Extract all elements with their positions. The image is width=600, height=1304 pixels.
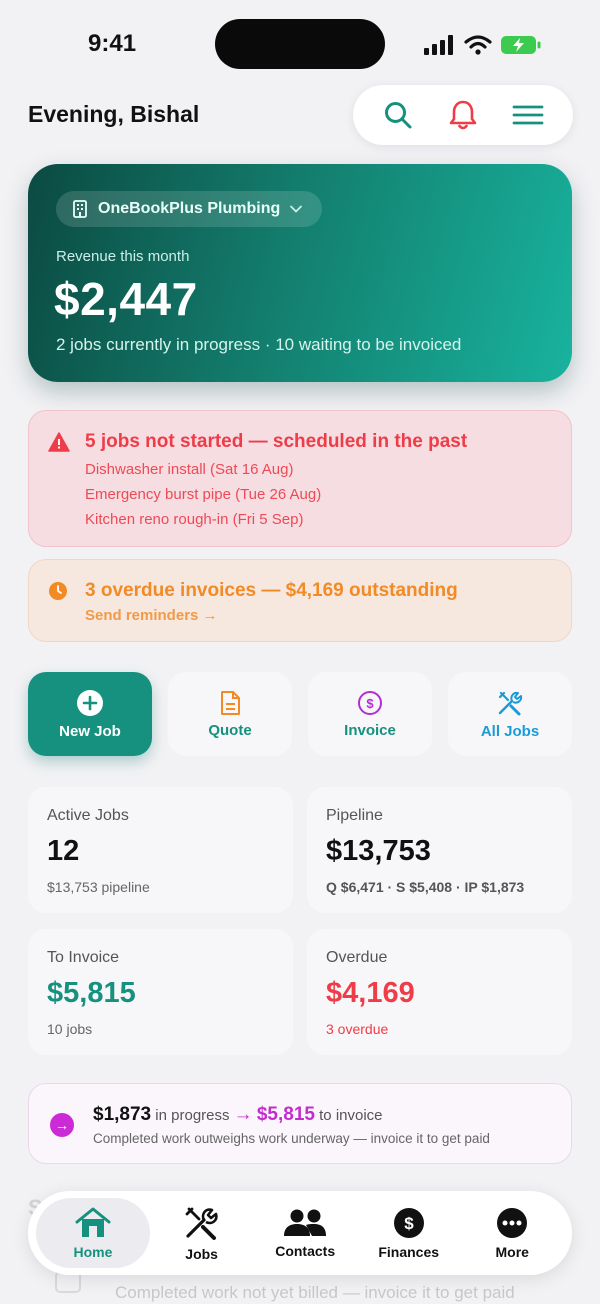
tab-home[interactable]: Home <box>36 1198 150 1268</box>
revenue-value: $2,447 <box>54 273 198 325</box>
dynamic-island <box>215 19 385 69</box>
revenue-label: Revenue this month <box>56 248 190 265</box>
pipeline-card[interactable]: Pipeline $13,753 Q $6,471 · S $5,408 · I… <box>307 787 572 913</box>
tab-bar: Home Jobs Contacts $ Finances More <box>28 1191 572 1275</box>
tab-label: Finances <box>378 1243 440 1260</box>
building-icon <box>73 200 87 218</box>
new-job-button[interactable]: New Job <box>28 672 152 756</box>
stat-value: $5,815 <box>47 977 136 1009</box>
plus-circle-icon <box>77 689 103 716</box>
business-name: OneBookPlus Plumbing <box>98 200 281 217</box>
status-icons <box>424 32 542 58</box>
quote-button[interactable]: Quote <box>168 672 292 756</box>
all-jobs-button[interactable]: All Jobs <box>448 672 572 756</box>
stat-label: Overdue <box>326 949 388 966</box>
stat-value: $13,753 <box>326 835 431 867</box>
stat-value: 12 <box>47 835 80 867</box>
battery-charging-icon <box>501 36 541 54</box>
business-selector[interactable]: OneBookPlus Plumbing <box>56 191 323 227</box>
dollar-circle-icon: $ <box>358 690 382 715</box>
stat-label: To Invoice <box>47 949 120 966</box>
active-jobs-card[interactable]: Active Jobs 12 $13,753 pipeline <box>28 787 293 913</box>
document-icon <box>221 690 240 715</box>
insight-description: Completed work outweighs work underway —… <box>93 1131 490 1146</box>
overdue-card[interactable]: Overdue $4,169 3 overdue <box>307 929 572 1055</box>
send-reminders-link[interactable]: Send reminders → <box>85 607 218 624</box>
quote-label: Quote <box>208 721 252 739</box>
progress-amount: $1,873 <box>93 1104 152 1125</box>
arrow-text: → <box>233 1104 253 1125</box>
people-icon <box>284 1209 327 1236</box>
home-icon <box>75 1207 111 1237</box>
alert-job-item[interactable]: Dishwasher install (Sat 16 Aug) <box>85 461 293 478</box>
invoice-insight-banner[interactable]: → $1,873 in progress → $5,815 to invoice… <box>28 1083 572 1164</box>
stat-label: Active Jobs <box>47 807 129 824</box>
stat-label: Pipeline <box>326 807 383 824</box>
alert-title: 5 jobs not started — scheduled in the pa… <box>85 431 468 452</box>
tab-label: Contacts <box>275 1242 336 1259</box>
revenue-summary: 2 jobs currently in progress · 10 waitin… <box>56 335 462 354</box>
tab-more[interactable]: More <box>460 1198 564 1268</box>
revenue-card: OneBookPlus Plumbing Revenue this month … <box>28 164 572 382</box>
invoice-amount: $5,815 <box>256 1104 315 1125</box>
search-icon <box>384 102 412 129</box>
to-invoice-card[interactable]: To Invoice $5,815 10 jobs <box>28 929 293 1055</box>
new-job-label: New Job <box>59 722 121 740</box>
tab-contacts[interactable]: Contacts <box>253 1198 357 1268</box>
stat-sub: 10 jobs <box>47 1021 93 1037</box>
alert-job-item[interactable]: Emergency burst pipe (Tue 26 Aug) <box>85 486 321 503</box>
tab-label: Home <box>73 1243 113 1260</box>
menu-button[interactable] <box>508 95 548 135</box>
invoice-button[interactable]: $ Invoice <box>308 672 432 756</box>
dollar-circle-icon: $ <box>393 1207 424 1238</box>
tools-icon <box>185 1207 218 1240</box>
tab-label: Jobs <box>185 1245 218 1262</box>
hamburger-menu-icon <box>512 105 544 125</box>
overdue-invoices-alert[interactable]: 3 overdue invoices — $4,169 outstanding … <box>28 559 572 642</box>
tab-finances[interactable]: $ Finances <box>357 1198 461 1268</box>
chevron-down-icon <box>290 205 303 213</box>
svg-text:$: $ <box>404 1214 414 1233</box>
greeting: Evening, Bishal <box>28 101 200 127</box>
warning-icon <box>48 432 70 452</box>
arrow-right-circle-icon: → <box>50 1113 74 1137</box>
notifications-button[interactable] <box>443 95 483 135</box>
peek-text: Completed work not yet billed — invoice … <box>115 1283 515 1302</box>
tab-label: More <box>495 1243 529 1260</box>
alert-job-item[interactable]: Kitchen reno rough-in (Fri 5 Sep) <box>85 511 303 528</box>
stat-value: $4,169 <box>326 977 415 1009</box>
all-jobs-label: All Jobs <box>480 722 540 740</box>
stat-sub: $13,753 pipeline <box>47 879 150 895</box>
tab-jobs[interactable]: Jobs <box>150 1198 254 1268</box>
search-button[interactable] <box>378 95 418 135</box>
clock-icon <box>49 582 67 600</box>
svg-text:$: $ <box>366 696 374 711</box>
bell-icon <box>449 100 477 130</box>
jobs-not-started-alert[interactable]: 5 jobs not started — scheduled in the pa… <box>28 410 572 547</box>
in-progress-text: in progress <box>151 1107 234 1124</box>
to-invoice-text: to invoice <box>314 1107 383 1124</box>
stat-sub: Q $6,471 · S $5,408 · IP $1,873 <box>326 879 525 895</box>
signal-icon <box>424 35 453 55</box>
header-actions <box>353 85 573 145</box>
more-icon <box>497 1207 528 1238</box>
alert-title: 3 overdue invoices — $4,169 outstanding <box>85 580 458 601</box>
wifi-icon <box>464 35 492 55</box>
insight-headline: $1,873 in progress → $5,815 to invoice <box>93 1104 383 1126</box>
stat-sub: 3 overdue <box>326 1021 389 1037</box>
invoice-label: Invoice <box>344 721 396 739</box>
status-time: 9:41 <box>88 30 137 57</box>
tools-icon <box>498 691 523 715</box>
